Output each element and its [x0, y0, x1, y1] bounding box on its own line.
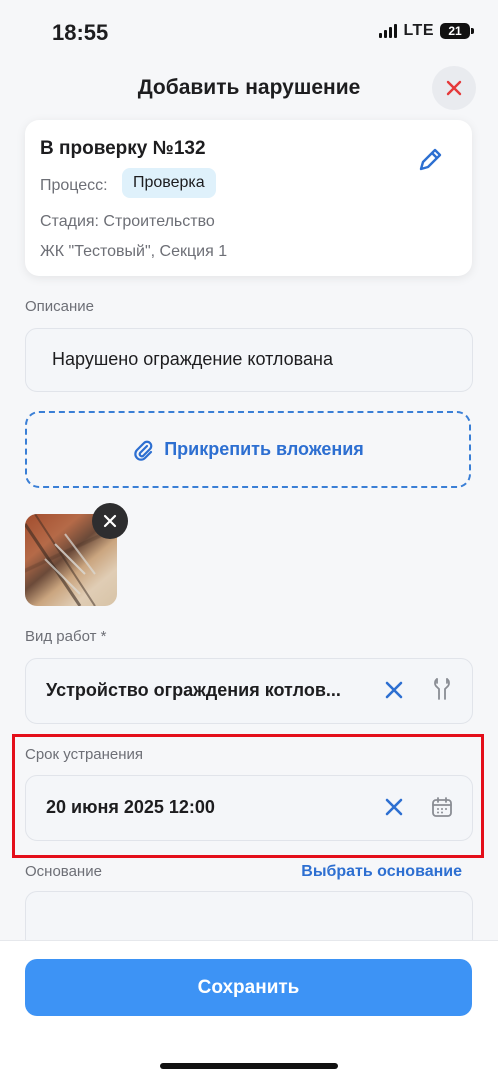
- battery-icon: 21: [440, 23, 474, 39]
- calendar-button[interactable]: [431, 796, 453, 823]
- description-input[interactable]: Нарушено ограждение котлована: [25, 328, 473, 392]
- close-icon: [446, 80, 462, 96]
- attach-label: Прикрепить вложения: [164, 439, 364, 459]
- edit-button[interactable]: [416, 146, 444, 174]
- work-type-select[interactable]: Устройство ограждения котлов...: [25, 658, 473, 724]
- choose-basis-link[interactable]: Выбрать основание: [301, 863, 462, 881]
- page-title: Добавить нарушение: [137, 76, 361, 99]
- pencil-icon: [419, 148, 442, 171]
- clear-icon: [385, 798, 403, 816]
- inspection-title: В проверку №132: [40, 138, 206, 159]
- home-indicator[interactable]: [160, 1063, 338, 1069]
- status-indicators: LTE 21: [379, 22, 474, 40]
- save-label: Сохранить: [197, 976, 300, 998]
- deadline-field[interactable]: 20 июня 2025 12:00: [25, 775, 473, 841]
- object-text: ЖК "Тестовый", Секция 1: [40, 243, 228, 260]
- network-label: LTE: [403, 22, 434, 39]
- clear-work-type-button[interactable]: [384, 680, 404, 705]
- status-time: 18:55: [52, 20, 109, 45]
- wrench-icon: [434, 678, 450, 700]
- clear-deadline-button[interactable]: [384, 797, 404, 822]
- description-label: Описание: [25, 298, 95, 315]
- close-button[interactable]: [432, 66, 476, 110]
- clear-icon: [385, 681, 403, 699]
- deadline-label: Срок устранения: [25, 746, 144, 763]
- calendar-icon: [432, 797, 452, 817]
- close-icon: [103, 514, 117, 528]
- paperclip-icon: [134, 440, 153, 461]
- battery-level: 21: [448, 24, 462, 38]
- save-button[interactable]: Сохранить: [25, 959, 472, 1016]
- basis-label: Основание: [25, 863, 102, 880]
- stage-text: Стадия: Строительство: [40, 213, 215, 230]
- inspection-card: В проверку №132 Процесс: Проверка Стадия…: [25, 120, 472, 276]
- description-value: Нарушено ограждение котлована: [52, 349, 333, 369]
- remove-attachment-button[interactable]: [92, 503, 128, 539]
- deadline-value: 20 июня 2025 12:00: [46, 797, 215, 817]
- process-badge: Проверка: [122, 168, 216, 198]
- work-type-label: Вид работ *: [25, 628, 107, 645]
- attach-files-button[interactable]: Прикрепить вложения: [25, 411, 471, 488]
- signal-icon: [379, 24, 398, 38]
- work-type-picker-button[interactable]: [431, 677, 453, 706]
- process-label: Процесс:: [40, 177, 108, 194]
- work-type-value: Устройство ограждения котлов...: [46, 680, 341, 700]
